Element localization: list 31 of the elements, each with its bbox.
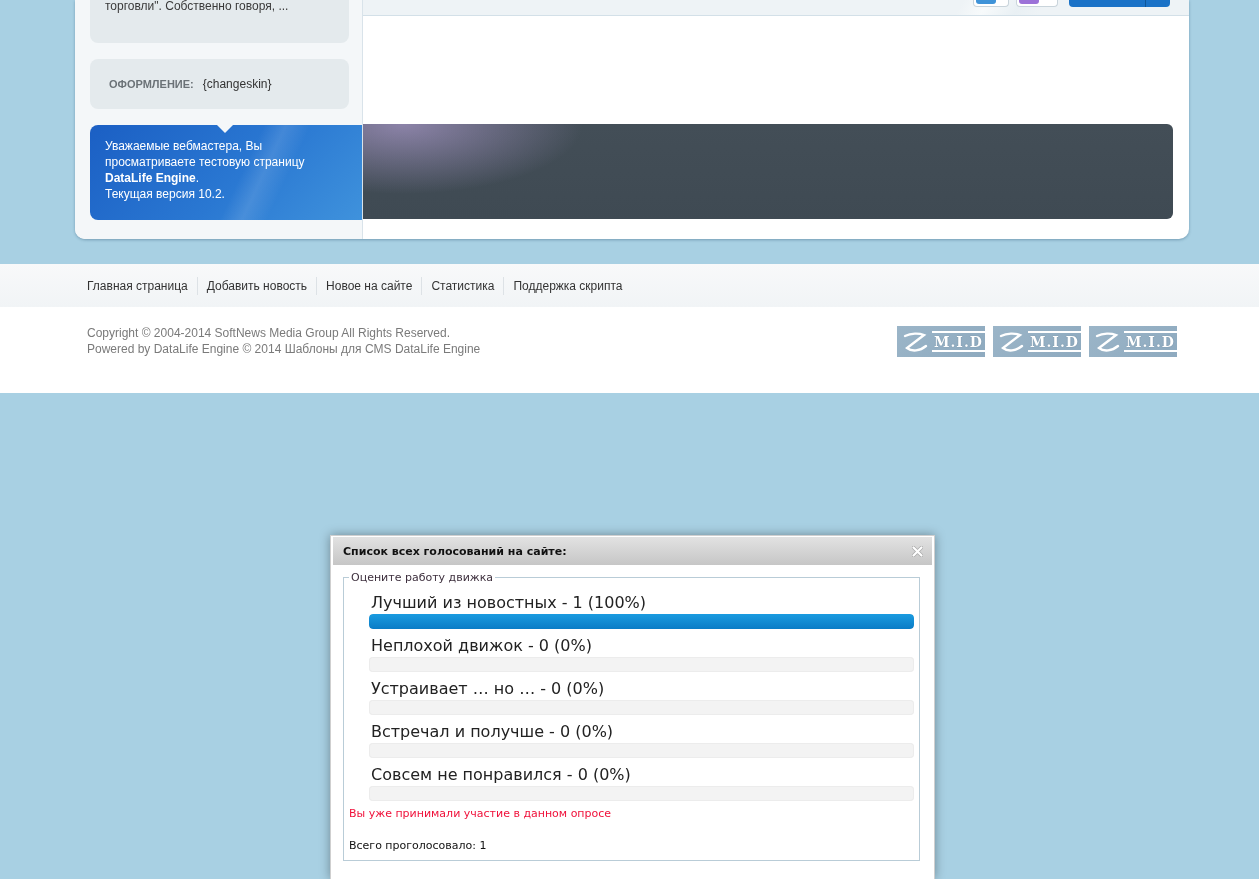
copyright-text: Powered by DataLife Engine © 2014 Шаблоны для CMS DataLife Engine <box>87 341 481 357</box>
nav-link[interactable]: Статистика <box>422 278 504 293</box>
vote-notice: Вы уже принимали участие в данном опросе <box>349 807 613 821</box>
version-text: Текущая версия 10.2. <box>105 186 225 202</box>
poll-option-label: Неплохой движок - 0 (0%) <box>370 636 592 656</box>
nav-link[interactable]: Главная страница <box>78 278 197 293</box>
poll-option-label: Лучший из новостных - 1 (100%) <box>370 593 647 613</box>
nav-link[interactable]: Поддержка скрипта <box>504 278 632 293</box>
poll-option-label: Встречал и получше - 0 (0%) <box>370 722 614 742</box>
close-icon <box>912 545 923 557</box>
close-button[interactable] <box>912 545 923 557</box>
skin-label: ОФОРМЛЕНИЕ: <box>109 78 194 90</box>
share-button[interactable] <box>973 0 1009 7</box>
nav-link[interactable]: Новое на сайте <box>317 278 422 293</box>
tile-icon <box>1019 0 1039 5</box>
copyright-text: Copyright © 2004-2014 SoftNews Media Group All Rights Reserved. <box>87 325 451 341</box>
dialog-title: Список всех голосований на сайте: <box>343 544 567 558</box>
nav-link[interactable]: Добавить новость <box>197 278 317 293</box>
logo-badge: M.I.D <box>993 326 1081 357</box>
notice-text: Уважаемые вебмастера, Вы просматриваете тестовую страницу DataLife Engine. <box>105 138 306 186</box>
pointer-notch <box>217 125 233 133</box>
news-excerpt: торговли". Собственно говоря, ... <box>105 0 289 12</box>
logo-badge: M.I.D <box>897 326 985 357</box>
tile-icon <box>976 0 996 5</box>
poll-question: Оцените работу движка <box>350 571 495 584</box>
logo-badge: M.I.D <box>1089 326 1177 357</box>
poll-option-label: Устраивает … но … - 0 (0%) <box>370 679 605 699</box>
skin-value: {changeskin} <box>202 77 272 91</box>
poll-option-label: Совсем не понравился - 0 (0%) <box>370 765 631 785</box>
share-button[interactable] <box>1016 0 1058 7</box>
vote-total: Всего проголосовало: 1 <box>349 839 488 853</box>
